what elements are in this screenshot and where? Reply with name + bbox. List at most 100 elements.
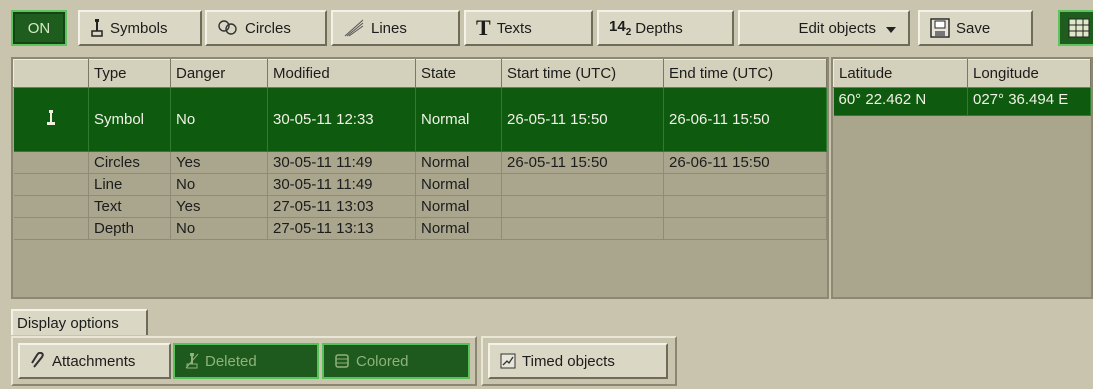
table-row[interactable]: Circles Yes 30-05-11 11:49 Normal 26-05-… — [13, 151, 827, 174]
on-toggle-button[interactable]: ON — [11, 10, 67, 46]
cell-end-time — [663, 217, 827, 240]
grid-icon — [1068, 18, 1090, 42]
row-symbol-cell — [13, 151, 89, 174]
column-header-type[interactable]: Type — [88, 59, 171, 88]
cell-danger: No — [170, 173, 268, 196]
colored-layers-icon — [334, 353, 350, 369]
cell-type: Text — [88, 195, 171, 218]
cell-danger: Yes — [170, 151, 268, 174]
cell-end-time — [663, 173, 827, 196]
cell-state: Normal — [415, 217, 502, 240]
column-header-danger[interactable]: Danger — [170, 59, 268, 88]
deleted-toggle-button[interactable]: Deleted — [173, 343, 319, 379]
attachments-button[interactable]: Attachments — [18, 343, 171, 379]
cell-type: Line — [88, 173, 171, 196]
objects-table: Type Danger Modified State Start time (U… — [13, 59, 827, 240]
coordinates-table-panel: Latitude Longitude 60° 22.462 N 027° 36.… — [831, 57, 1093, 299]
cell-state: Normal — [415, 195, 502, 218]
column-header-state[interactable]: State — [415, 59, 502, 88]
column-header-start-time[interactable]: Start time (UTC) — [501, 59, 664, 88]
cell-start-time — [501, 217, 664, 240]
edit-objects-label: Edit objects — [798, 19, 876, 37]
row-symbol-cell — [13, 195, 89, 218]
table-row[interactable]: Symbol No 30-05-11 12:33 Normal 26-05-11… — [13, 87, 827, 152]
depths-label: Depths — [635, 19, 683, 37]
save-button[interactable]: Save — [918, 10, 1033, 46]
table-row[interactable]: Depth No 27-05-11 13:13 Normal — [13, 217, 827, 240]
toolbar: ON Symbols Circles Lines T Texts 142 Dep… — [0, 0, 1093, 57]
depths-button[interactable]: 142 Depths — [597, 10, 734, 46]
cell-type: Symbol — [88, 87, 171, 152]
cell-modified: 30-05-11 12:33 — [267, 87, 416, 152]
symbols-label: Symbols — [110, 19, 168, 37]
timed-chart-icon — [500, 353, 516, 369]
column-header-longitude[interactable]: Longitude — [967, 59, 1091, 88]
cell-danger: No — [170, 87, 268, 152]
cell-danger: No — [170, 217, 268, 240]
row-symbol-cell — [13, 87, 89, 152]
texts-button[interactable]: T Texts — [464, 10, 593, 46]
save-disk-icon — [930, 18, 950, 38]
tab-display-options[interactable]: Display options — [11, 309, 148, 335]
cell-end-time: 26-06-11 15:50 — [663, 87, 827, 152]
lines-label: Lines — [371, 19, 407, 37]
depths-subscript: 2 — [625, 27, 632, 38]
timed-objects-button[interactable]: Timed objects — [488, 343, 668, 379]
deleted-symbol-icon — [185, 352, 199, 370]
circles-button[interactable]: Circles — [205, 10, 327, 46]
cell-state: Normal — [415, 151, 502, 174]
texts-label: Texts — [496, 19, 532, 37]
on-label: ON — [27, 19, 51, 37]
coords-row[interactable]: 60° 22.462 N 027° 36.494 E — [833, 87, 1091, 116]
cell-start-time — [501, 173, 664, 196]
table-header-row: Type Danger Modified State Start time (U… — [13, 59, 827, 88]
cell-type: Circles — [88, 151, 171, 174]
column-header-modified[interactable]: Modified — [267, 59, 416, 88]
column-header-end-time[interactable]: End time (UTC) — [663, 59, 827, 88]
lines-button[interactable]: Lines — [331, 10, 460, 46]
symbol-icon — [90, 18, 104, 38]
text-t-icon: T — [476, 15, 491, 40]
table-row[interactable]: Text Yes 27-05-11 13:03 Normal — [13, 195, 827, 218]
cell-longitude: 027° 36.494 E — [967, 87, 1091, 116]
cell-modified: 27-05-11 13:13 — [267, 217, 416, 240]
cell-danger: Yes — [170, 195, 268, 218]
cell-start-time: 26-05-11 15:50 — [501, 87, 664, 152]
column-header-latitude[interactable]: Latitude — [833, 59, 968, 88]
grid-view-button[interactable] — [1058, 10, 1093, 46]
tab-display-options-label: Display options — [17, 314, 119, 332]
chevron-down-icon — [886, 20, 896, 37]
objects-table-panel: Type Danger Modified State Start time (U… — [11, 57, 829, 299]
paperclip-icon — [30, 352, 46, 370]
cell-end-time — [663, 195, 827, 218]
edit-objects-dropdown[interactable]: Edit objects — [738, 10, 910, 46]
colored-label: Colored — [356, 352, 409, 370]
symbol-marker-icon — [46, 109, 56, 131]
row-symbol-cell — [13, 173, 89, 196]
row-symbol-cell — [13, 217, 89, 240]
timed-objects-label: Timed objects — [522, 352, 615, 370]
timed-objects-group: Timed objects — [481, 336, 677, 386]
cell-latitude: 60° 22.462 N — [833, 87, 968, 116]
save-label: Save — [956, 19, 991, 37]
cell-state: Normal — [415, 87, 502, 152]
depths-number: 14 — [609, 18, 626, 35]
coords-header-row: Latitude Longitude — [833, 59, 1091, 88]
cell-start-time: 26-05-11 15:50 — [501, 151, 664, 174]
display-options-tabstrip: Display options — [0, 299, 1093, 336]
display-options-group: Attachments Deleted Colored — [11, 336, 477, 386]
cell-modified: 27-05-11 13:03 — [267, 195, 416, 218]
circles-label: Circles — [245, 19, 291, 37]
table-row[interactable]: Line No 30-05-11 11:49 Normal — [13, 173, 827, 196]
deleted-label: Deleted — [205, 352, 257, 370]
coordinates-table: Latitude Longitude 60° 22.462 N 027° 36.… — [833, 59, 1091, 116]
cell-state: Normal — [415, 173, 502, 196]
cell-modified: 30-05-11 11:49 — [267, 151, 416, 174]
symbols-button[interactable]: Symbols — [78, 10, 202, 46]
colored-toggle-button[interactable]: Colored — [322, 343, 470, 379]
cell-type: Depth — [88, 217, 171, 240]
attachments-label: Attachments — [52, 352, 136, 370]
lines-icon — [343, 18, 365, 38]
cell-modified: 30-05-11 11:49 — [267, 173, 416, 196]
column-header-icon[interactable] — [13, 59, 89, 88]
